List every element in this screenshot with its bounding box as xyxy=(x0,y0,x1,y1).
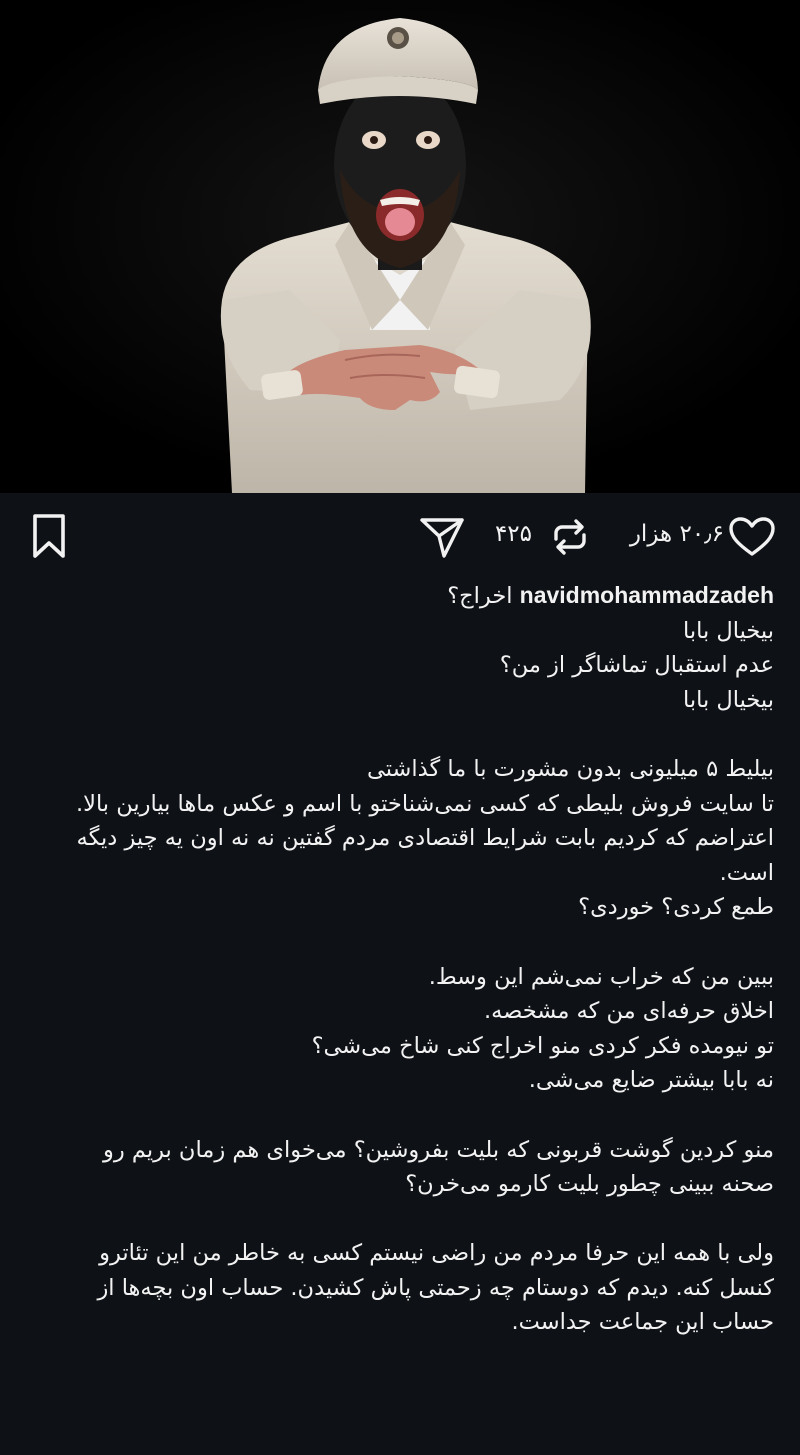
performer-photo xyxy=(0,0,800,493)
caption-line: بیخیال بابا xyxy=(683,686,774,713)
action-bar: ۲۰٫۶ هزار ۴۲۵ xyxy=(0,493,800,585)
caption-line: کنسل کنه. دیدم که دوستام چه زحمتی پاش کش… xyxy=(97,1274,774,1301)
caption-line xyxy=(22,925,774,960)
caption-line xyxy=(22,1202,774,1237)
post-caption: navidmohammadzadeh اخراج؟ بیخیال بابا عد… xyxy=(22,578,774,1340)
caption-line: صحنه ببینی چطور بلیت کارمو می‌خرن؟ xyxy=(405,1171,774,1198)
caption-line: اعتراضم که کردیم بابت شرایط اقتصادی مردم… xyxy=(76,825,774,852)
heart-icon[interactable] xyxy=(727,515,777,559)
bookmark-icon[interactable] xyxy=(27,511,71,561)
caption-line: است. xyxy=(719,859,774,886)
caption-line: نه بابا بیشتر ضایع می‌شی. xyxy=(528,1067,774,1094)
caption-line: حساب این جماعت جداست. xyxy=(511,1309,774,1336)
caption-line xyxy=(22,717,774,752)
caption-text: اخراج؟ xyxy=(447,583,513,609)
like-count[interactable]: ۲۰٫۶ هزار xyxy=(630,521,724,547)
repost-icon[interactable] xyxy=(546,513,594,561)
caption-line xyxy=(22,1098,774,1133)
caption-first-line: navidmohammadzadeh اخراج؟ xyxy=(22,578,774,614)
caption-line: طمع کردی؟ خوردی؟ xyxy=(578,894,774,921)
caption-line: اخلاق حرفه‌ای من که مشخصه. xyxy=(484,998,774,1025)
caption-line: بیلیط ۵ میلیونی بدون مشورت با ما گذاشتی xyxy=(367,755,774,782)
caption-line: بیخیال بابا xyxy=(683,617,774,644)
post-body: ۲۰٫۶ هزار ۴۲۵ navidmohammadzadeh اخراج؟ … xyxy=(0,493,800,1455)
post-image[interactable] xyxy=(0,0,800,493)
caption-line: تو نیومده فکر کردی منو اخراج کنی شاخ می‌… xyxy=(311,1032,774,1059)
send-icon[interactable] xyxy=(417,513,467,561)
repost-count[interactable]: ۴۲۵ xyxy=(495,521,532,547)
caption-line: منو کردین گوشت قربونی که بلیت بفروشین؟ م… xyxy=(102,1136,774,1163)
caption-line: ببین من که خراب نمی‌شم این وسط. xyxy=(428,963,774,990)
caption-line: تا سایت فروش بلیطی که کسی نمی‌شناختو با … xyxy=(75,790,774,817)
username-link[interactable]: navidmohammadzadeh xyxy=(520,582,774,608)
caption-line: ولی با همه این حرفا مردم من راضی نیستم ک… xyxy=(99,1240,774,1267)
caption-line: عدم استقبال تماشاگر از من؟ xyxy=(499,652,774,679)
